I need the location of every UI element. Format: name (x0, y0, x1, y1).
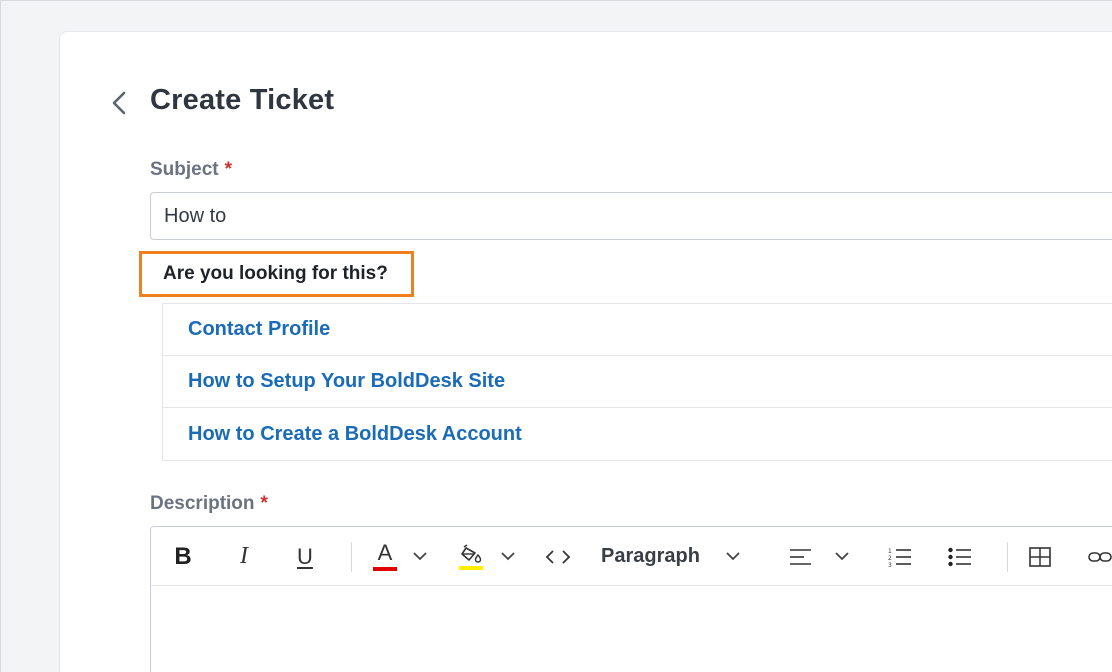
highlight-color-swatch (459, 565, 483, 570)
table-icon (1029, 546, 1051, 567)
ordered-list-button[interactable]: 1 2 3 (885, 527, 915, 586)
underline-button[interactable]: U (289, 527, 321, 586)
list-item[interactable]: Contact Profile (163, 304, 1112, 356)
chevron-down-icon (501, 552, 515, 561)
chevron-down-icon (413, 552, 427, 561)
chevron-down-icon (835, 552, 849, 561)
toolbar-divider (351, 542, 352, 572)
chevron-down-icon (726, 552, 740, 561)
suggestions-list: Contact Profile How to Setup Your BoldDe… (162, 303, 1112, 461)
ordered-list-icon: 1 2 3 (888, 548, 911, 567)
chevron-left-icon (112, 91, 126, 115)
align-dropdown[interactable] (829, 527, 855, 586)
unordered-list-icon (948, 547, 971, 566)
align-left-icon (790, 548, 811, 565)
font-color-icon: A (373, 542, 397, 571)
editor-content-area[interactable] (151, 587, 1112, 672)
suggestion-link[interactable]: How to Create a BoldDesk Account (188, 423, 522, 446)
background-color-icon (459, 543, 483, 570)
suggestion-link[interactable]: How to Setup Your BoldDesk Site (188, 370, 505, 393)
paint-bucket-icon (461, 543, 482, 563)
suggestions-heading: Are you looking for this? (163, 263, 388, 284)
subject-label: Subject * (150, 159, 232, 181)
link-icon (1088, 551, 1112, 562)
required-mark: * (224, 159, 233, 180)
bold-button[interactable]: B (167, 527, 199, 586)
svg-text:3: 3 (888, 562, 892, 567)
align-button[interactable] (787, 527, 815, 586)
required-mark: * (260, 493, 268, 514)
svg-text:1: 1 (888, 548, 892, 555)
suggestions-heading-box: Are you looking for this? (139, 251, 414, 297)
link-button[interactable] (1083, 527, 1112, 586)
back-button[interactable] (105, 87, 133, 119)
subject-label-text: Subject (150, 159, 219, 180)
underline-icon: U (297, 543, 313, 569)
toolbar-divider (1007, 542, 1008, 572)
background-color-button[interactable] (455, 527, 487, 586)
font-color-swatch (373, 567, 397, 571)
code-button[interactable] (541, 527, 575, 586)
editor-toolbar: B I U A Paragraph 1 2 3 (151, 527, 1112, 586)
subject-input[interactable] (150, 192, 1112, 240)
page-title: Create Ticket (150, 84, 335, 116)
font-color-button[interactable]: A (369, 527, 401, 586)
description-label: Description * (150, 493, 268, 515)
description-label-text: Description (150, 493, 255, 514)
italic-icon: I (240, 543, 248, 569)
font-color-glyph: A (377, 540, 393, 565)
code-icon (546, 549, 570, 564)
unordered-list-button[interactable] (945, 527, 975, 586)
bold-icon: B (174, 542, 192, 570)
list-item[interactable]: How to Setup Your BoldDesk Site (163, 356, 1112, 408)
svg-text:2: 2 (888, 555, 892, 562)
font-color-dropdown[interactable] (407, 527, 433, 586)
table-button[interactable] (1025, 527, 1055, 586)
suggestion-link[interactable]: Contact Profile (188, 318, 330, 341)
paragraph-format-value: Paragraph (601, 545, 700, 567)
paragraph-format-dropdown[interactable]: Paragraph (601, 527, 751, 586)
background-color-dropdown[interactable] (495, 527, 521, 586)
description-editor: B I U A Paragraph 1 2 3 (150, 526, 1112, 672)
italic-button[interactable]: I (228, 527, 260, 586)
app-frame: Create Ticket Subject* Are you looking f… (0, 0, 1112, 672)
list-item[interactable]: How to Create a BoldDesk Account (163, 408, 1112, 460)
